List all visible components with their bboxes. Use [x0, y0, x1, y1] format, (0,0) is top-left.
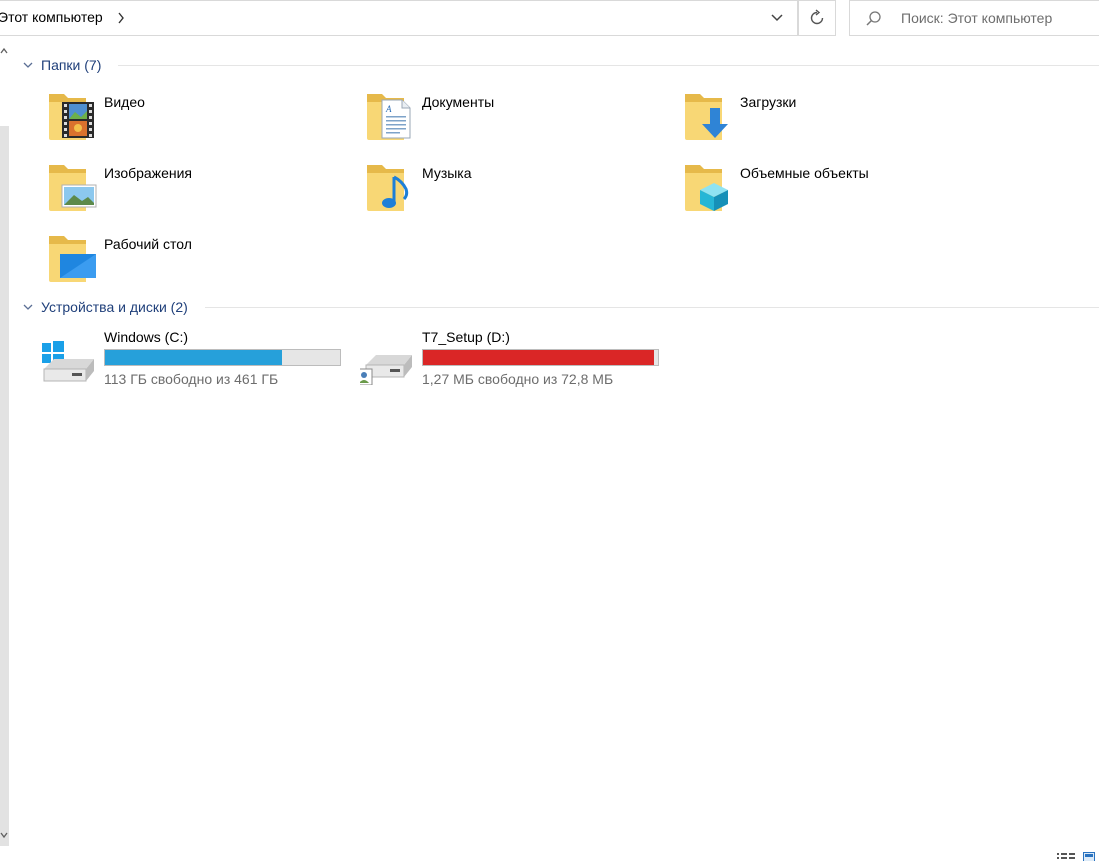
drive-usage-fill [105, 350, 283, 365]
search-placeholder: Поиск: Этот компьютер [901, 10, 1053, 26]
network-drive-icon [360, 355, 412, 385]
drive-label: Windows (C:) [104, 329, 189, 345]
left-pane-scrollbar[interactable] [0, 36, 11, 846]
folder-label: Видео [104, 94, 145, 110]
folder-label: Музыка [422, 165, 472, 181]
drive-usage-fill [423, 350, 654, 365]
folder-label: Рабочий стол [104, 236, 192, 252]
refresh-icon [810, 9, 824, 25]
folder-label: Документы [422, 94, 495, 110]
scroll-up-arrow-icon[interactable] [0, 42, 10, 60]
3d-objects-folder-icon [685, 165, 728, 211]
folder-tile-3d-objects[interactable]: Объемные объекты [682, 159, 982, 223]
address-history-dropdown-icon[interactable] [760, 1, 794, 35]
svg-text:A: A [385, 104, 392, 114]
group-divider [118, 65, 1099, 66]
folder-tile-desktop[interactable]: Рабочий стол [46, 230, 346, 294]
documents-folder-icon: A [367, 94, 411, 140]
group-divider [205, 307, 1099, 308]
drive-free-space: 113 ГБ свободно из 461 ГБ [104, 371, 279, 387]
breadcrumb-chevron-right-icon[interactable] [116, 8, 126, 33]
collapse-chevron-icon[interactable] [22, 59, 34, 71]
folder-label: Загрузки [740, 94, 797, 110]
desktop-folder-icon [49, 236, 96, 282]
drive-usage-bar [422, 349, 659, 366]
collapse-chevron-icon[interactable] [22, 301, 34, 313]
music-folder-icon [367, 165, 409, 211]
scroll-down-arrow-icon[interactable] [0, 826, 10, 844]
pictures-folder-icon [49, 165, 97, 211]
search-input[interactable]: Поиск: Этот компьютер [849, 0, 1099, 36]
folder-tile-pictures[interactable]: Изображения [46, 159, 346, 223]
downloads-folder-icon [685, 94, 728, 140]
breadcrumb-this-pc[interactable]: Этот компьютер [0, 9, 103, 25]
group-title: Папки (7) [41, 57, 102, 73]
group-header-folders[interactable]: Папки (7) [22, 55, 101, 75]
folder-tile-downloads[interactable]: Загрузки [682, 88, 982, 152]
address-toolbar: Этот компьютер Поиск: Этот компьютер [0, 0, 1099, 36]
drive-usage-bar [104, 349, 341, 366]
group-title: Устройства и диски (2) [41, 299, 188, 315]
refresh-button[interactable] [798, 0, 836, 36]
address-bar[interactable]: Этот компьютер [0, 0, 798, 36]
search-icon [864, 9, 884, 34]
large-icons-view-icon[interactable] [1083, 849, 1095, 861]
drive-tile-d[interactable]: T7_Setup (D:) 1,27 МБ свободно из 72,8 М… [360, 329, 680, 393]
group-header-devices[interactable]: Устройства и диски (2) [22, 297, 188, 317]
folder-tile-video[interactable]: Видео [46, 88, 346, 152]
details-view-icon[interactable] [1057, 849, 1075, 861]
folder-label: Изображения [104, 165, 192, 181]
folder-label: Объемные объекты [740, 165, 869, 181]
folder-tile-music[interactable]: Музыка [364, 159, 664, 223]
folder-tile-documents[interactable]: A Документы [364, 88, 664, 152]
drive-free-space: 1,27 МБ свободно из 72,8 МБ [422, 371, 614, 387]
drive-tile-c[interactable]: Windows (C:) 113 ГБ свободно из 461 ГБ [42, 329, 362, 393]
drive-label: T7_Setup (D:) [422, 329, 510, 345]
video-folder-icon [49, 94, 94, 140]
view-mode-buttons [1057, 849, 1095, 861]
windows-drive-icon [42, 341, 94, 382]
scroll-thumb[interactable] [0, 126, 9, 846]
